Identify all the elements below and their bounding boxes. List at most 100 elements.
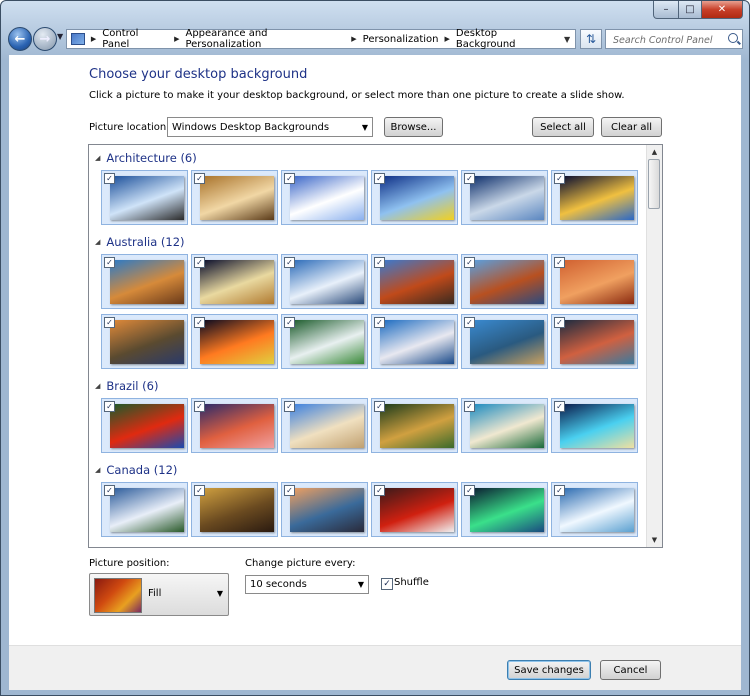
thumbnail-checkbox[interactable]: ✓ (194, 317, 205, 328)
gallery-scrollbar[interactable]: ▲ ▼ (646, 145, 662, 547)
group-header[interactable]: ◢ Australia (12) (95, 235, 185, 249)
change-picture-dropdown[interactable]: 10 seconds ▼ (245, 575, 369, 594)
wallpaper-thumbnail[interactable]: ✓ (101, 314, 188, 369)
thumbnail-checkbox[interactable]: ✓ (464, 485, 475, 496)
wallpaper-thumbnail[interactable]: ✓ (461, 398, 548, 453)
thumbnail-checkbox[interactable]: ✓ (104, 317, 115, 328)
thumbnail-checkbox[interactable]: ✓ (194, 173, 205, 184)
breadcrumb-appearance[interactable]: Appearance and Personalization (185, 28, 345, 50)
wallpaper-thumbnail[interactable]: ✓ (371, 482, 458, 537)
minimize-button[interactable]: – (653, 1, 679, 19)
thumbnail-checkbox[interactable]: ✓ (464, 257, 475, 268)
thumbnail-checkbox[interactable]: ✓ (374, 485, 385, 496)
wallpaper-thumbnail[interactable]: ✓ (461, 314, 548, 369)
thumbnail-checkbox[interactable]: ✓ (284, 257, 295, 268)
close-button[interactable]: ✕ (702, 1, 743, 19)
browse-button[interactable]: Browse... (384, 117, 443, 137)
thumbnail-checkbox[interactable]: ✓ (374, 173, 385, 184)
recent-pages-dropdown[interactable]: ▼ (57, 32, 63, 41)
chevron-right-icon[interactable]: ▶ (351, 35, 356, 43)
thumbnail-checkbox[interactable]: ✓ (284, 317, 295, 328)
wallpaper-thumbnail[interactable]: ✓ (281, 398, 368, 453)
thumbnail-checkbox[interactable]: ✓ (464, 401, 475, 412)
thumbnail-checkbox[interactable]: ✓ (194, 257, 205, 268)
wallpaper-thumbnail[interactable]: ✓ (371, 170, 458, 225)
collapse-triangle-icon[interactable]: ◢ (95, 154, 100, 162)
wallpaper-thumbnail[interactable]: ✓ (191, 482, 278, 537)
thumbnail-checkbox[interactable]: ✓ (194, 401, 205, 412)
clear-all-button[interactable]: Clear all (601, 117, 662, 137)
scroll-up-icon[interactable]: ▲ (647, 145, 662, 159)
thumbnail-checkbox[interactable]: ✓ (284, 173, 295, 184)
thumbnail-checkbox[interactable]: ✓ (194, 485, 205, 496)
thumbnail-checkbox[interactable]: ✓ (104, 257, 115, 268)
chevron-right-icon[interactable]: ▶ (174, 35, 179, 43)
search-input[interactable] (611, 31, 725, 49)
breadcrumb-control-panel[interactable]: Control Panel (102, 28, 168, 50)
wallpaper-thumbnail[interactable]: ✓ (551, 254, 638, 309)
group-header[interactable]: ◢ Canada (12) (95, 463, 177, 477)
group-header[interactable]: ◢ Brazil (6) (95, 379, 158, 393)
back-button[interactable]: ← (8, 27, 32, 51)
thumbnail-checkbox[interactable]: ✓ (464, 317, 475, 328)
wallpaper-thumbnail[interactable]: ✓ (371, 398, 458, 453)
wallpaper-thumbnail[interactable]: ✓ (371, 314, 458, 369)
collapse-triangle-icon[interactable]: ◢ (95, 238, 100, 246)
forward-button[interactable]: → (33, 27, 57, 51)
thumbnail-checkbox[interactable]: ✓ (554, 485, 565, 496)
wallpaper-thumbnail[interactable]: ✓ (281, 254, 368, 309)
thumbnail-checkbox[interactable]: ✓ (464, 173, 475, 184)
wallpaper-thumbnail[interactable]: ✓ (551, 482, 638, 537)
thumbnail-checkbox[interactable]: ✓ (374, 401, 385, 412)
picture-location-dropdown[interactable]: Windows Desktop Backgrounds ▼ (167, 117, 373, 137)
collapse-triangle-icon[interactable]: ◢ (95, 466, 100, 474)
thumbnail-checkbox[interactable]: ✓ (104, 173, 115, 184)
chevron-right-icon[interactable]: ▶ (444, 35, 449, 43)
scrollbar-thumb[interactable] (648, 159, 660, 209)
wallpaper-thumbnail[interactable]: ✓ (101, 170, 188, 225)
shuffle-checkbox[interactable]: ✓ (381, 578, 393, 590)
search-icon[interactable] (728, 33, 738, 43)
thumbnail-checkbox[interactable]: ✓ (104, 401, 115, 412)
wallpaper-thumbnail[interactable]: ✓ (551, 170, 638, 225)
wallpaper-thumbnail[interactable]: ✓ (191, 398, 278, 453)
wallpaper-thumbnail[interactable]: ✓ (101, 482, 188, 537)
address-bar[interactable]: ▶ Control Panel ▶ Appearance and Persona… (66, 28, 576, 50)
thumbnail-checkbox[interactable]: ✓ (554, 173, 565, 184)
wallpaper-thumbnail[interactable]: ✓ (101, 254, 188, 309)
select-all-button[interactable]: Select all (532, 117, 594, 137)
thumbnail-checkbox[interactable]: ✓ (284, 401, 295, 412)
wallpaper-thumbnail[interactable]: ✓ (281, 482, 368, 537)
collapse-triangle-icon[interactable]: ◢ (95, 382, 100, 390)
save-changes-button[interactable]: Save changes (507, 660, 591, 680)
thumbnail-checkbox[interactable]: ✓ (284, 485, 295, 496)
thumbnail-checkbox[interactable]: ✓ (374, 317, 385, 328)
wallpaper-thumbnail[interactable]: ✓ (191, 254, 278, 309)
cancel-button[interactable]: Cancel (600, 660, 661, 680)
thumbnail-checkbox[interactable]: ✓ (554, 317, 565, 328)
wallpaper-thumbnail[interactable]: ✓ (101, 398, 188, 453)
wallpaper-thumbnail[interactable]: ✓ (191, 314, 278, 369)
wallpaper-thumbnail[interactable]: ✓ (461, 482, 548, 537)
group-header[interactable]: ◢ Architecture (6) (95, 151, 197, 165)
wallpaper-thumbnail[interactable]: ✓ (461, 170, 548, 225)
wallpaper-thumbnail[interactable]: ✓ (281, 170, 368, 225)
wallpaper-thumbnail[interactable]: ✓ (461, 254, 548, 309)
chevron-right-icon[interactable]: ▶ (91, 35, 96, 43)
wallpaper-thumbnail[interactable]: ✓ (281, 314, 368, 369)
scroll-down-icon[interactable]: ▼ (647, 533, 662, 547)
maximize-button[interactable]: □ (679, 1, 702, 19)
wallpaper-thumbnail[interactable]: ✓ (371, 254, 458, 309)
wallpaper-thumbnail[interactable]: ✓ (551, 398, 638, 453)
refresh-button[interactable]: ⇅ (580, 29, 602, 49)
wallpaper-thumbnail[interactable]: ✓ (191, 170, 278, 225)
thumbnail-checkbox[interactable]: ✓ (554, 401, 565, 412)
thumbnail-checkbox[interactable]: ✓ (374, 257, 385, 268)
thumbnail-checkbox[interactable]: ✓ (104, 485, 115, 496)
address-dropdown-icon[interactable]: ▼ (559, 35, 575, 44)
wallpaper-thumbnail[interactable]: ✓ (551, 314, 638, 369)
picture-position-dropdown[interactable]: Fill ▼ (89, 573, 229, 616)
thumbnail-checkbox[interactable]: ✓ (554, 257, 565, 268)
breadcrumb-personalization[interactable]: Personalization (363, 34, 439, 45)
shuffle-label[interactable]: Shuffle (394, 577, 429, 588)
